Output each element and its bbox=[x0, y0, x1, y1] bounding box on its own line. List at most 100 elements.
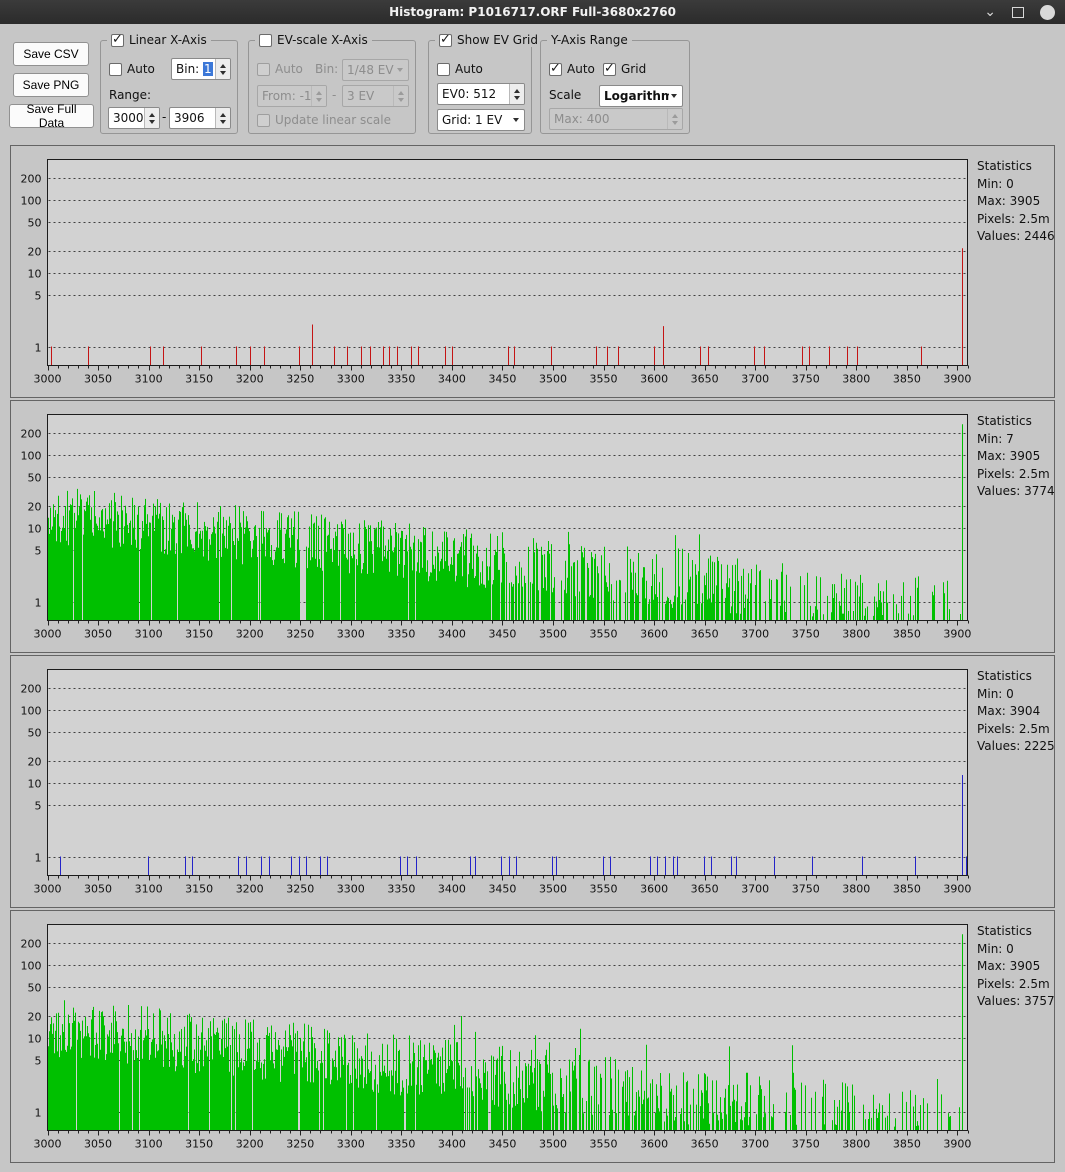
spinner-arrows[interactable] bbox=[215, 108, 230, 128]
svg-text:3400: 3400 bbox=[438, 1138, 466, 1151]
histogram-panel-green2: 2001005020105130003050310031503200325033… bbox=[10, 910, 1055, 1163]
svg-text:3850: 3850 bbox=[893, 373, 921, 386]
stat-values: Values: 3757 bbox=[977, 993, 1055, 1011]
svg-text:3800: 3800 bbox=[842, 1138, 870, 1151]
stat-min: Min: 7 bbox=[977, 431, 1055, 449]
svg-text:3550: 3550 bbox=[590, 883, 618, 896]
svg-text:3450: 3450 bbox=[488, 628, 516, 641]
scale-label: Scale bbox=[549, 88, 581, 102]
svg-text:3250: 3250 bbox=[286, 1138, 314, 1151]
svg-text:3450: 3450 bbox=[488, 883, 516, 896]
svg-text:3400: 3400 bbox=[438, 883, 466, 896]
spinner-arrows[interactable] bbox=[144, 108, 159, 128]
svg-text:10: 10 bbox=[28, 268, 42, 281]
stat-max: Max: 3905 bbox=[977, 958, 1055, 976]
y-axis-range-title: Y-Axis Range bbox=[551, 33, 628, 47]
yaxis-max-value: Max: 400 bbox=[550, 112, 667, 126]
ev-to-value: 3 EV bbox=[343, 89, 393, 103]
stat-pixels: Pixels: 2.5m bbox=[977, 211, 1055, 229]
yaxis-grid-label: Grid bbox=[621, 62, 646, 76]
svg-text:3550: 3550 bbox=[590, 1138, 618, 1151]
svg-text:3200: 3200 bbox=[236, 628, 264, 641]
svg-text:10: 10 bbox=[28, 778, 42, 791]
scale-value: Logarithm bbox=[600, 89, 669, 103]
svg-text:3150: 3150 bbox=[185, 628, 213, 641]
ev-auto-checkbox[interactable] bbox=[257, 63, 270, 76]
ev-dash: - bbox=[332, 88, 336, 102]
ev-to-spinbox[interactable]: 3 EV bbox=[342, 85, 409, 107]
save-full-data-button[interactable]: Save Full Data bbox=[9, 104, 94, 128]
evgrid-auto-checkbox[interactable] bbox=[437, 63, 450, 76]
svg-text:3650: 3650 bbox=[691, 1138, 719, 1151]
range-max-spinbox[interactable]: 3906 bbox=[169, 107, 231, 129]
svg-text:3900: 3900 bbox=[943, 373, 971, 386]
close-icon[interactable] bbox=[1040, 5, 1055, 20]
spinner-arrows[interactable] bbox=[667, 109, 682, 129]
svg-text:3900: 3900 bbox=[943, 1138, 971, 1151]
ev0-spinbox[interactable]: EV0: 512 bbox=[437, 83, 525, 105]
svg-text:20: 20 bbox=[28, 1011, 42, 1024]
stat-max: Max: 3905 bbox=[977, 448, 1055, 466]
linear-auto-row: Auto bbox=[109, 62, 155, 76]
range-min-spinbox[interactable]: 3000 bbox=[108, 107, 160, 129]
svg-text:3750: 3750 bbox=[792, 628, 820, 641]
yaxis-grid-checkbox[interactable] bbox=[603, 63, 616, 76]
scale-combobox[interactable]: Logarithm bbox=[599, 85, 683, 107]
svg-text:3100: 3100 bbox=[135, 883, 163, 896]
svg-text:3700: 3700 bbox=[741, 628, 769, 641]
svg-text:3550: 3550 bbox=[590, 628, 618, 641]
ev-bin-combobox[interactable]: 1/48 EV bbox=[342, 59, 409, 81]
svg-text:3350: 3350 bbox=[387, 883, 415, 896]
update-linear-scale-checkbox[interactable] bbox=[257, 114, 270, 127]
yaxis-max-spinbox[interactable]: Max: 400 bbox=[549, 108, 683, 130]
svg-text:50: 50 bbox=[28, 982, 42, 995]
svg-text:1: 1 bbox=[35, 342, 42, 355]
ev-grid-step-combobox[interactable]: Grid: 1 EV bbox=[437, 109, 525, 131]
svg-text:3350: 3350 bbox=[387, 373, 415, 386]
ev-from-value: From: -10 bbox=[258, 89, 311, 103]
window-controls: ⌄ bbox=[984, 0, 1055, 24]
ev-update-row: Update linear scale bbox=[257, 113, 391, 127]
svg-text:20: 20 bbox=[28, 756, 42, 769]
svg-text:200: 200 bbox=[21, 428, 42, 441]
chevron-down-icon bbox=[397, 68, 403, 72]
ev-scale-checkbox[interactable] bbox=[259, 34, 272, 47]
svg-text:3650: 3650 bbox=[691, 628, 719, 641]
svg-text:3050: 3050 bbox=[84, 373, 112, 386]
spinner-arrows[interactable] bbox=[509, 84, 524, 104]
svg-text:3450: 3450 bbox=[488, 373, 516, 386]
svg-text:3200: 3200 bbox=[236, 883, 264, 896]
bin-spinbox[interactable]: Bin: 1 bbox=[171, 58, 231, 80]
spinner-arrows[interactable] bbox=[393, 86, 408, 106]
linear-xaxis-checkbox[interactable] bbox=[111, 34, 124, 47]
ev-auto-label: Auto bbox=[275, 62, 303, 76]
histogram-plot-red: 2001005020105130003050310031503200325033… bbox=[12, 149, 972, 395]
svg-text:3250: 3250 bbox=[286, 373, 314, 386]
svg-text:3200: 3200 bbox=[236, 373, 264, 386]
svg-text:50: 50 bbox=[28, 472, 42, 485]
maximize-icon[interactable] bbox=[1012, 7, 1024, 18]
range-dash: - bbox=[162, 110, 166, 124]
svg-text:100: 100 bbox=[21, 960, 42, 973]
svg-text:3750: 3750 bbox=[792, 1138, 820, 1151]
linear-xaxis-legend: Linear X-Axis bbox=[107, 33, 211, 47]
svg-text:3100: 3100 bbox=[135, 628, 163, 641]
linear-auto-checkbox[interactable] bbox=[109, 63, 122, 76]
save-png-button[interactable]: Save PNG bbox=[13, 73, 89, 97]
svg-text:50: 50 bbox=[28, 217, 42, 230]
show-ev-grid-checkbox[interactable] bbox=[439, 34, 452, 47]
svg-text:100: 100 bbox=[21, 195, 42, 208]
spinner-arrows[interactable] bbox=[215, 59, 230, 79]
stat-pixels: Pixels: 2.5m bbox=[977, 721, 1055, 739]
spinner-arrows[interactable] bbox=[311, 86, 326, 106]
yaxis-auto-checkbox[interactable] bbox=[549, 63, 562, 76]
ev-from-spinbox[interactable]: From: -10 bbox=[257, 85, 327, 107]
svg-text:5: 5 bbox=[35, 290, 42, 303]
save-csv-button[interactable]: Save CSV bbox=[13, 42, 89, 66]
stat-min: Min: 0 bbox=[977, 176, 1055, 194]
minimize-icon[interactable]: ⌄ bbox=[984, 5, 996, 19]
svg-text:3600: 3600 bbox=[640, 883, 668, 896]
ev-scale-title: EV-scale X-Axis bbox=[277, 33, 368, 47]
svg-text:3150: 3150 bbox=[185, 1138, 213, 1151]
stat-values: Values: 2225 bbox=[977, 738, 1055, 756]
